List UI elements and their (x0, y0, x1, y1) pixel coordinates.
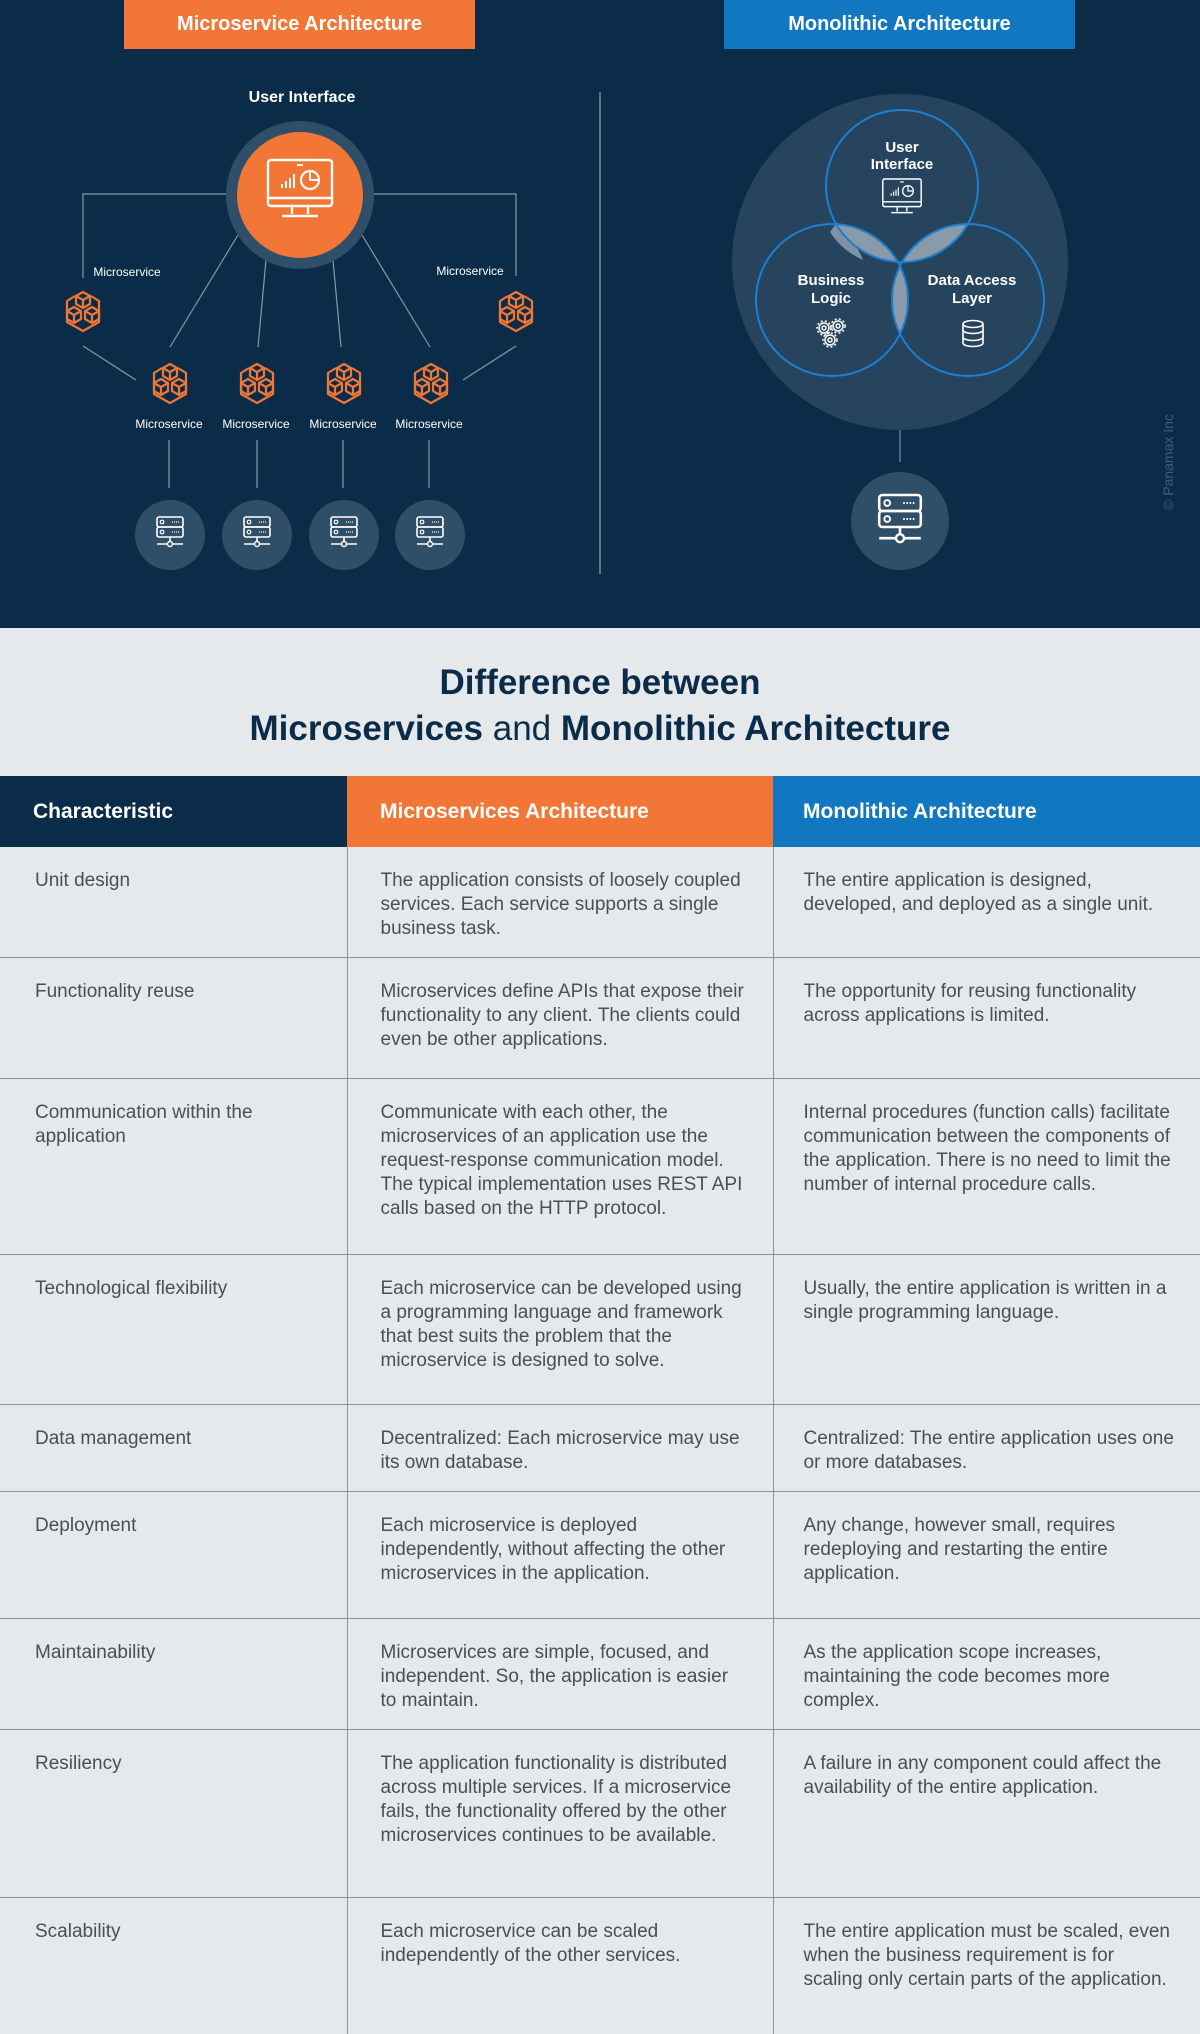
microservice-label: Microservice (93, 265, 161, 279)
microservices-cell: Microservices define APIs that expose th… (346, 957, 773, 1079)
characteristic-cell: Functionality reuse (0, 957, 347, 1079)
table-row: Maintainability Microservices are simple,… (0, 1618, 1200, 1730)
db-circle (395, 500, 465, 570)
venn-business-label-line1: Business (797, 272, 865, 289)
cubes-icon (500, 292, 532, 331)
monolithic-cell: The entire application must be scaled, e… (772, 1897, 1200, 2034)
characteristic-cell: Technological flexibility (0, 1254, 347, 1405)
table-row: Scalability Each microservice can be scal… (0, 1897, 1200, 2034)
title-and: and (483, 709, 561, 748)
microservices-cell: The application consists of loosely coup… (346, 847, 773, 958)
user-interface-label: User Interface (248, 89, 356, 106)
cubes-icon (67, 292, 99, 331)
microservices-cell: Decentralized: Each microservice may use… (346, 1404, 773, 1492)
microservices-cell: Each microservice is deployed independen… (346, 1491, 773, 1619)
monolithic-cell: The entire application is designed, deve… (772, 847, 1200, 958)
header-microservices: Microservices Architecture (347, 776, 773, 847)
monolithic-cell: As the application scope increases, main… (772, 1618, 1200, 1730)
microservices-cell: The application functionality is distrib… (346, 1729, 773, 1898)
table-row: Data management Decentralized: Each micro… (0, 1404, 1200, 1492)
db-circle (135, 500, 205, 570)
table-row: Technological flexibility Each microservi… (0, 1254, 1200, 1405)
architecture-diagram: Microservice Architecture Monolithic Arc… (0, 0, 1200, 628)
cubes-icon (154, 364, 186, 403)
header-characteristic: Characteristic (0, 776, 347, 847)
characteristic-cell: Unit design (35, 870, 131, 891)
title-monolithic: Monolithic Architecture (560, 709, 951, 748)
monolithic-cell: A failure in any component could affect … (772, 1729, 1200, 1898)
monolithic-cell: The opportunity for reusing functionalit… (772, 957, 1200, 1079)
microservice-label: Microservice (309, 417, 377, 431)
db-circle (851, 472, 949, 570)
cubes-icon (415, 364, 447, 403)
ui-circle (237, 132, 363, 258)
venn-business-label-line2: Logic (811, 290, 851, 307)
characteristic-cell: Maintainability (0, 1618, 347, 1730)
table-header-row: Characteristic Microservices Architectur… (0, 776, 1200, 847)
title-line-2: Microservices and Monolithic Architectur… (250, 706, 951, 752)
table-row: Functionality reuse Microservices define … (0, 957, 1200, 1079)
characteristic-cell: Data management (0, 1404, 347, 1492)
monolithic-cell: Usually, the entire application is writt… (772, 1254, 1200, 1405)
microservice-label: Microservice (436, 264, 504, 278)
cubes-icon (328, 364, 360, 403)
microservices-cell: Communicate with each other, the microse… (346, 1078, 773, 1255)
db-circle (222, 500, 292, 570)
title-text: Difference between (439, 663, 761, 702)
venn-data-label-line2: Layer (951, 290, 993, 307)
microservice-label: Microservice (222, 417, 290, 431)
venn-ui-label-line1: User (885, 139, 919, 156)
characteristic-cell: Scalability (0, 1897, 347, 2034)
monolithic-cell: Centralized: The entire application uses… (772, 1404, 1200, 1492)
vertical-divider (599, 92, 601, 574)
comparison-table: Characteristic Microservices Architectur… (0, 776, 1200, 2034)
header-monolithic: Monolithic Architecture (773, 776, 1200, 847)
cubes-icon (241, 364, 273, 403)
characteristic-cell: Communication within the application (0, 1078, 347, 1255)
table-row: Communication within the application Comm… (0, 1078, 1200, 1255)
microservices-cell: Each microservice can be scaled independ… (346, 1897, 773, 2034)
copyright-text: © Panamax Inc (1160, 414, 1176, 510)
characteristic-cell: Resiliency (0, 1729, 347, 1898)
title-line-1: Difference between (440, 660, 761, 706)
microservice-label: Microservice (395, 417, 463, 431)
table-row: Deployment Each microservice is deployed … (0, 1491, 1200, 1619)
monolithic-cell: Any change, however small, requires rede… (772, 1491, 1200, 1619)
monolithic-cell: Internal procedures (function calls) fac… (772, 1078, 1200, 1255)
microservices-cell: Each microservice can be developed using… (346, 1254, 773, 1405)
characteristic-cell: Deployment (0, 1491, 347, 1619)
microservices-cell: Microservices are simple, focused, and i… (346, 1618, 773, 1730)
table-row: Resiliency The application functionality … (0, 1729, 1200, 1898)
db-circle (309, 500, 379, 570)
page-title: Difference between Microservices and Mon… (0, 628, 1200, 776)
title-microservices: Microservices (249, 709, 484, 748)
venn-data-label-line1: Data Access (927, 272, 1017, 289)
venn-ui-label-line2: Interface (870, 156, 934, 173)
table-row: Unit design The application consists of l… (0, 847, 1200, 958)
microservice-label: Microservice (135, 417, 203, 431)
